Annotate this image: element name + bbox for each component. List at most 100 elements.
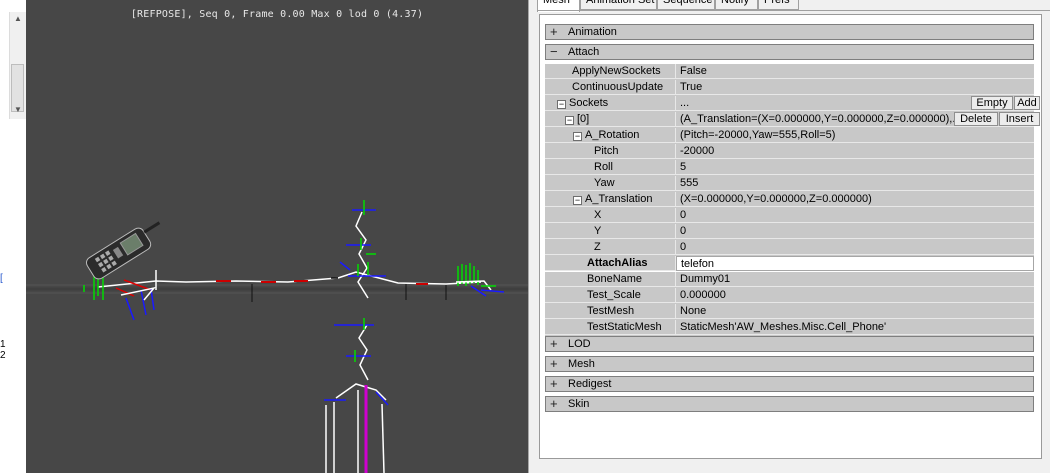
right-joint-cluster bbox=[455, 263, 505, 297]
property-value[interactable]: 5 bbox=[676, 160, 1034, 175]
property-value[interactable]: True bbox=[676, 80, 1034, 95]
property-name-cell: − A_Translation bbox=[545, 192, 676, 207]
category-lod[interactable]: + LOD bbox=[545, 336, 1034, 352]
category-label: LOD bbox=[568, 338, 591, 350]
panel-splitter[interactable] bbox=[528, 0, 537, 473]
property-value[interactable]: 0 bbox=[676, 208, 1034, 223]
property-value[interactable]: 0 bbox=[676, 224, 1034, 239]
property-row-attachalias[interactable]: AttachAlias telefon bbox=[545, 256, 1034, 272]
property-name-cell: − [0] bbox=[545, 112, 676, 127]
scroll-up-arrow-icon[interactable]: ▲ bbox=[14, 14, 22, 24]
property-name: ContinuousUpdate bbox=[545, 80, 676, 95]
tab-notify[interactable]: Notify bbox=[715, 0, 758, 10]
property-name: BoneName bbox=[545, 272, 676, 287]
property-row-x[interactable]: X 0 bbox=[545, 208, 1034, 224]
add-button[interactable]: Add bbox=[1014, 96, 1040, 110]
property-row-test-scale[interactable]: Test_Scale 0.000000 bbox=[545, 288, 1034, 304]
category-redigest[interactable]: + Redigest bbox=[545, 376, 1034, 392]
category-label: Animation bbox=[568, 26, 617, 38]
expand-plus-icon[interactable]: + bbox=[550, 336, 558, 351]
property-name: Test_Scale bbox=[545, 288, 676, 303]
property-row-roll[interactable]: Roll 5 bbox=[545, 160, 1034, 176]
property-value[interactable]: None bbox=[676, 304, 1034, 319]
left-strip-mark: 2 bbox=[0, 350, 6, 361]
property-row-continuousupdate[interactable]: ContinuousUpdate True bbox=[545, 80, 1034, 96]
property-name: Sockets bbox=[569, 97, 609, 109]
property-row-testmesh[interactable]: TestMesh None bbox=[545, 304, 1034, 320]
properties-panel: Mesh Animation Set Sequence Notify Prefs… bbox=[537, 0, 1050, 473]
tab-animation-set[interactable]: Animation Set bbox=[580, 0, 657, 10]
expand-plus-icon[interactable]: + bbox=[550, 356, 558, 371]
property-grid: + Animation − Attach ApplyNewSockets Fal… bbox=[539, 14, 1042, 459]
property-name: TestStaticMesh bbox=[545, 320, 676, 335]
attach-alias-input[interactable]: telefon bbox=[676, 256, 1034, 271]
tab-bar: Mesh Animation Set Sequence Notify Prefs bbox=[537, 0, 1050, 12]
delete-button[interactable]: Delete bbox=[954, 112, 998, 126]
property-value[interactable]: (Pitch=-20000,Yaw=555,Roll=5) bbox=[676, 128, 1034, 143]
property-value[interactable]: 555 bbox=[676, 176, 1034, 191]
property-name: X bbox=[545, 208, 676, 223]
property-name: Pitch bbox=[545, 144, 676, 159]
tab-prefs[interactable]: Prefs bbox=[758, 0, 799, 10]
bone-lower-chain bbox=[324, 318, 389, 473]
skeleton-scene[interactable] bbox=[26, 0, 528, 473]
left-strip-mark: [ bbox=[0, 273, 3, 284]
property-name: AttachAlias bbox=[545, 256, 676, 271]
category-label: Mesh bbox=[568, 358, 595, 370]
property-value[interactable]: False bbox=[676, 64, 1034, 79]
property-name: A_Rotation bbox=[585, 129, 640, 141]
property-name: [0] bbox=[577, 113, 590, 125]
left-panel-strip: ▲ ▼ [ 1 2 bbox=[0, 0, 26, 473]
property-value[interactable]: 0.000000 bbox=[676, 288, 1034, 303]
property-name-cell: − Sockets bbox=[545, 96, 676, 111]
property-value[interactable]: 0 bbox=[676, 240, 1034, 255]
category-skin[interactable]: + Skin bbox=[545, 396, 1034, 412]
expand-plus-icon[interactable]: + bbox=[550, 24, 558, 39]
category-animation[interactable]: + Animation bbox=[545, 24, 1034, 40]
category-attach[interactable]: − Attach bbox=[545, 44, 1034, 60]
property-row-y[interactable]: Y 0 bbox=[545, 224, 1034, 240]
property-name: Z bbox=[545, 240, 676, 255]
property-name: ApplyNewSockets bbox=[545, 64, 676, 79]
property-row-socket-0[interactable]: − [0] (A_Translation=(X=0.000000,Y=0.0000… bbox=[545, 112, 1040, 128]
property-name: Y bbox=[545, 224, 676, 239]
left-strip-mark: 1 bbox=[0, 339, 6, 350]
expand-plus-icon[interactable]: + bbox=[550, 376, 558, 391]
tree-collapse-icon[interactable]: − bbox=[573, 132, 582, 141]
property-row-a-translation[interactable]: − A_Translation (X=0.000000,Y=0.000000,Z=… bbox=[545, 192, 1034, 208]
bone-spine-vertical bbox=[331, 200, 386, 299]
category-label: Redigest bbox=[568, 378, 612, 390]
property-row-a-rotation[interactable]: − A_Rotation (Pitch=-20000,Yaw=555,Roll=5… bbox=[545, 128, 1034, 144]
property-row-bonename[interactable]: BoneName Dummy01 bbox=[545, 272, 1034, 288]
tree-collapse-icon[interactable]: − bbox=[557, 100, 566, 109]
3d-viewport[interactable]: [REFPOSE], Seq 0, Frame 0.00 Max 0 lod 0… bbox=[26, 0, 528, 473]
left-scrollbar[interactable]: ▲ ▼ bbox=[9, 12, 26, 119]
property-name: Yaw bbox=[545, 176, 676, 191]
property-row-applynewsockets[interactable]: ApplyNewSockets False bbox=[545, 64, 1034, 80]
collapse-minus-icon[interactable]: − bbox=[550, 44, 558, 59]
empty-button[interactable]: Empty bbox=[971, 96, 1013, 110]
property-name: Roll bbox=[545, 160, 676, 175]
property-name: A_Translation bbox=[585, 193, 653, 205]
tree-collapse-icon[interactable]: − bbox=[565, 116, 574, 125]
property-value[interactable]: Dummy01 bbox=[676, 272, 1034, 287]
property-value[interactable]: StaticMesh'AW_Meshes.Misc.Cell_Phone' bbox=[676, 320, 1034, 335]
expand-plus-icon[interactable]: + bbox=[550, 396, 558, 411]
property-name-cell: − A_Rotation bbox=[545, 128, 676, 143]
tree-collapse-icon[interactable]: − bbox=[573, 196, 582, 205]
tab-sequence[interactable]: Sequence bbox=[657, 0, 715, 10]
insert-button[interactable]: Insert bbox=[999, 112, 1040, 126]
scroll-down-arrow-icon[interactable]: ▼ bbox=[14, 105, 22, 115]
property-name: TestMesh bbox=[545, 304, 676, 319]
tab-divider bbox=[537, 10, 1050, 11]
property-row-pitch[interactable]: Pitch -20000 bbox=[545, 144, 1034, 160]
viewport-info-text: [REFPOSE], Seq 0, Frame 0.00 Max 0 lod 0… bbox=[130, 9, 424, 20]
property-row-yaw[interactable]: Yaw 555 bbox=[545, 176, 1034, 192]
property-row-sockets[interactable]: − Sockets ... Empty Add bbox=[545, 96, 1040, 112]
property-row-z[interactable]: Z 0 bbox=[545, 240, 1034, 256]
property-value[interactable]: (X=0.000000,Y=0.000000,Z=0.000000) bbox=[676, 192, 1034, 207]
property-value[interactable]: -20000 bbox=[676, 144, 1034, 159]
category-mesh[interactable]: + Mesh bbox=[545, 356, 1034, 372]
category-label: Skin bbox=[568, 398, 590, 410]
property-row-teststaticmesh[interactable]: TestStaticMesh StaticMesh'AW_Meshes.Misc… bbox=[545, 320, 1034, 336]
